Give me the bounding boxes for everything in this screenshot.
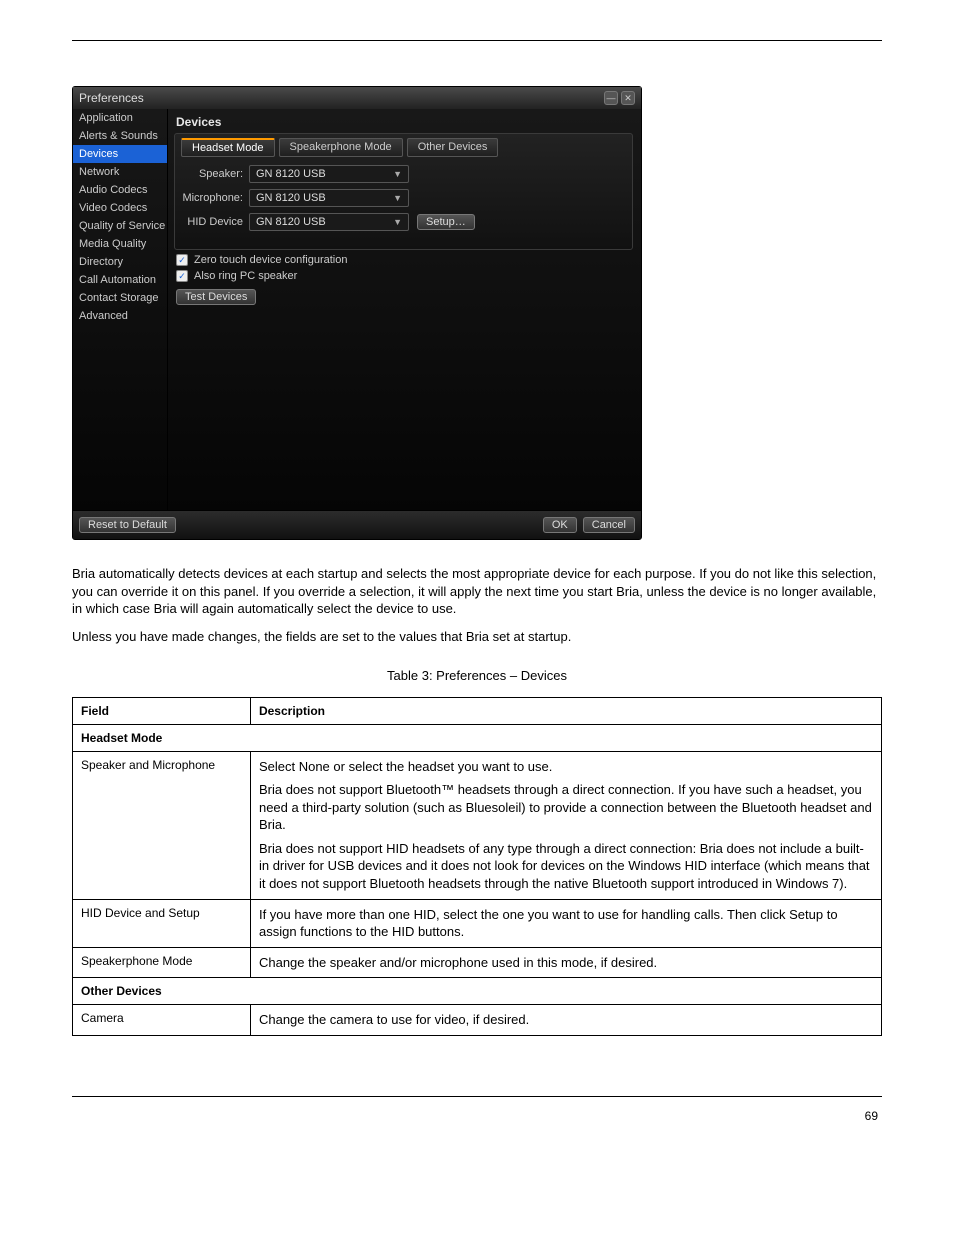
zero-touch-checkbox[interactable]: ✓ [176,254,188,266]
row-speaker: Speaker: GN 8120 USB ▼ [181,165,626,183]
desc-line: Change the camera to use for video, if d… [259,1011,873,1029]
page-footer: 69 [72,1109,882,1123]
sidebar-item-video-codecs[interactable]: Video Codecs [73,199,167,217]
table-caption: Table 3: Preferences – Devices [72,667,882,685]
test-devices-button[interactable]: Test Devices [176,289,256,305]
dialog-section-title: Devices [174,109,641,133]
ring-pc-checkbox[interactable]: ✓ [176,270,188,282]
sidebar-item-application[interactable]: Application [73,109,167,127]
table-row: HID Device and Setup If you have more th… [73,899,882,947]
sidebar-item-network[interactable]: Network [73,163,167,181]
hid-select[interactable]: GN 8120 USB ▼ [249,213,409,231]
reset-button[interactable]: Reset to Default [79,517,176,533]
desc-hid: If you have more than one HID, select th… [250,899,881,947]
speaker-select[interactable]: GN 8120 USB ▼ [249,165,409,183]
zero-touch-label: Zero touch device configuration [194,254,347,266]
sidebar-item-contact-storage[interactable]: Contact Storage [73,289,167,307]
table-row: Speaker and Microphone Select None or se… [73,751,882,899]
top-rule [72,40,882,41]
ring-pc-label: Also ring PC speaker [194,270,297,282]
sidebar-item-alerts-sounds[interactable]: Alerts & Sounds [73,127,167,145]
row-microphone: Microphone: GN 8120 USB ▼ [181,189,626,207]
th-description: Description [250,697,881,724]
dialog-title: Preferences [79,91,601,105]
body-text: Bria automatically detects devices at ea… [72,565,882,1036]
sidebar-item-directory[interactable]: Directory [73,253,167,271]
speaker-value: GN 8120 USB [256,168,326,180]
chevron-down-icon: ▼ [393,217,402,227]
bottom-rule [72,1096,882,1097]
dialog-spacer [174,305,641,500]
chevron-down-icon: ▼ [393,169,402,179]
tab-headset-mode[interactable]: Headset Mode [181,138,275,157]
sidebar-item-qos[interactable]: Quality of Service [73,217,167,235]
dialog-inner-panel: Headset Mode Speakerphone Mode Other Dev… [174,133,633,250]
desc-line: Change the speaker and/or microphone use… [259,954,873,972]
setup-button[interactable]: Setup… [417,214,475,230]
dialog-body: Application Alerts & Sounds Devices Netw… [73,109,641,510]
field-hid: HID Device and Setup [73,899,251,947]
desc-camera: Change the camera to use for video, if d… [250,1005,881,1036]
microphone-value: GN 8120 USB [256,192,326,204]
desc-line: If you have more than one HID, select th… [259,906,873,941]
table-header-row: Field Description [73,697,882,724]
table-row: Speakerphone Mode Change the speaker and… [73,947,882,978]
table-section-row: Headset Mode [73,724,882,751]
close-icon[interactable]: ✕ [621,91,635,105]
field-speakerphone: Speakerphone Mode [73,947,251,978]
desc-speakerphone: Change the speaker and/or microphone use… [250,947,881,978]
hid-label: HID Device [181,216,243,228]
section-other-devices: Other Devices [73,978,882,1005]
field-speaker-mic: Speaker and Microphone [73,751,251,899]
tab-speakerphone-mode[interactable]: Speakerphone Mode [279,138,403,157]
desc-line: Select None or select the headset you wa… [259,758,873,776]
dialog-sidebar: Application Alerts & Sounds Devices Netw… [73,109,168,510]
preferences-dialog: Preferences — ✕ Application Alerts & Sou… [72,86,642,540]
desc-line: Bria does not support Bluetooth™ headset… [259,781,873,834]
row-hid: HID Device GN 8120 USB ▼ Setup… [181,213,626,231]
paragraph-1: Bria automatically detects devices at ea… [72,565,882,618]
ring-pc-row: ✓ Also ring PC speaker [176,270,641,282]
ok-button[interactable]: OK [543,517,577,533]
desc-line: Bria does not support HID headsets of an… [259,840,873,893]
dialog-titlebar: Preferences — ✕ [73,87,641,109]
chevron-down-icon: ▼ [393,193,402,203]
sidebar-item-call-automation[interactable]: Call Automation [73,271,167,289]
zero-touch-row: ✓ Zero touch device configuration [176,254,641,266]
paragraph-2: Unless you have made changes, the fields… [72,628,882,646]
preferences-table: Field Description Headset Mode Speaker a… [72,697,882,1036]
sidebar-item-advanced[interactable]: Advanced [73,307,167,325]
footer-page-number: 69 [865,1109,878,1123]
sidebar-item-media-quality[interactable]: Media Quality [73,235,167,253]
dialog-footer: Reset to Default OK Cancel [73,510,641,539]
speaker-label: Speaker: [181,168,243,180]
dialog-main: Devices Headset Mode Speakerphone Mode O… [168,109,641,510]
tab-other-devices[interactable]: Other Devices [407,138,499,157]
table-section-row: Other Devices [73,978,882,1005]
desc-speaker-mic: Select None or select the headset you wa… [250,751,881,899]
section-headset-mode: Headset Mode [73,724,882,751]
hid-value: GN 8120 USB [256,216,326,228]
cancel-button[interactable]: Cancel [583,517,635,533]
microphone-label: Microphone: [181,192,243,204]
sidebar-item-audio-codecs[interactable]: Audio Codecs [73,181,167,199]
th-field: Field [73,697,251,724]
table-row: Camera Change the camera to use for vide… [73,1005,882,1036]
minimize-icon[interactable]: — [604,91,618,105]
sidebar-item-devices[interactable]: Devices [73,145,167,163]
dialog-tabs: Headset Mode Speakerphone Mode Other Dev… [181,134,626,165]
field-camera: Camera [73,1005,251,1036]
microphone-select[interactable]: GN 8120 USB ▼ [249,189,409,207]
